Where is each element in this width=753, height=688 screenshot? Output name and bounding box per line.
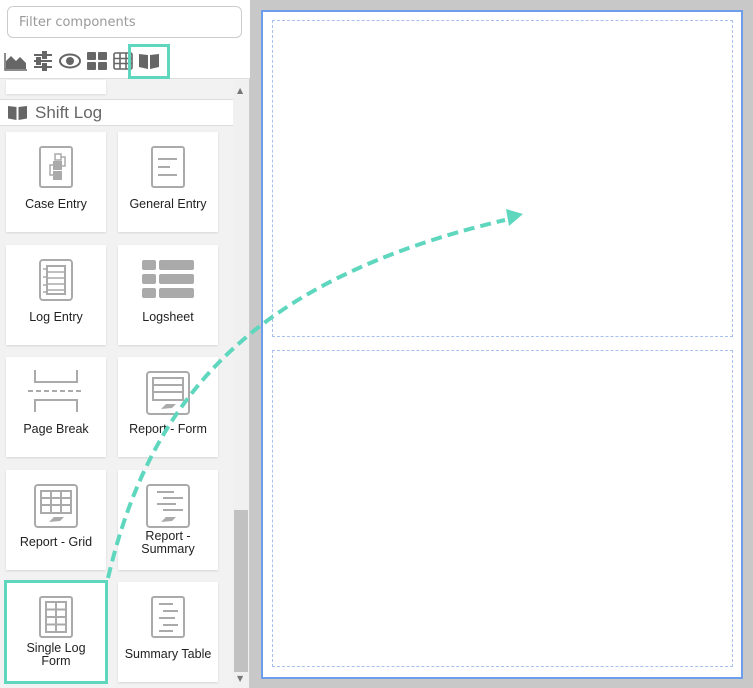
report-summary-icon [146, 484, 190, 528]
component-card-page-break[interactable]: Page Break [6, 357, 106, 457]
general-entry-icon [151, 146, 185, 188]
dashboard-tiles-icon[interactable] [85, 50, 109, 72]
section-title: Shift Log [35, 102, 103, 122]
logsheet-icon [142, 260, 194, 298]
component-card-logsheet[interactable]: Logsheet [118, 245, 218, 345]
component-card-summary-table[interactable]: Summary Table [118, 582, 218, 682]
panel-scrollbar[interactable]: ▲ ▼ [233, 80, 249, 688]
summary-table-icon [151, 596, 185, 638]
single-log-form-icon [39, 596, 73, 638]
component-card-report-form[interactable]: Report - Form [118, 357, 218, 457]
selected-tool-highlight [128, 44, 170, 79]
component-card-log-entry[interactable]: Log Entry [6, 245, 106, 345]
component-card-general-entry[interactable]: General Entry [118, 132, 218, 232]
scroll-down-arrow[interactable]: ▼ [237, 674, 243, 683]
filter-components-input[interactable] [7, 6, 242, 38]
page-break-icon [28, 370, 84, 412]
component-card-case-entry[interactable]: Case Entry [6, 132, 106, 232]
area-chart-icon[interactable] [4, 50, 28, 72]
components-panel: Shift Log Case Entry General Entry Log E… [0, 0, 250, 688]
previous-section-card [6, 80, 106, 94]
log-entry-icon [39, 259, 73, 301]
report-form-icon [146, 371, 190, 415]
section-header-shift-log[interactable]: Shift Log [0, 99, 233, 126]
scrollbar-thumb[interactable] [234, 510, 248, 672]
drop-zone-top[interactable] [272, 20, 733, 337]
panel-header [0, 0, 250, 79]
sliders-icon[interactable] [31, 50, 55, 72]
book-icon [8, 105, 27, 120]
drop-zone-bottom[interactable] [272, 350, 733, 667]
report-grid-icon [34, 484, 78, 528]
component-card-report-summary[interactable]: Report - Summary [118, 470, 218, 570]
layout-canvas[interactable] [261, 10, 743, 679]
scroll-up-arrow[interactable]: ▲ [237, 86, 243, 95]
component-card-report-grid[interactable]: Report - Grid [6, 470, 106, 570]
component-card-single-log-form[interactable]: Single Log Form [4, 580, 108, 684]
eye-icon[interactable] [58, 50, 82, 72]
case-entry-icon [39, 146, 73, 188]
